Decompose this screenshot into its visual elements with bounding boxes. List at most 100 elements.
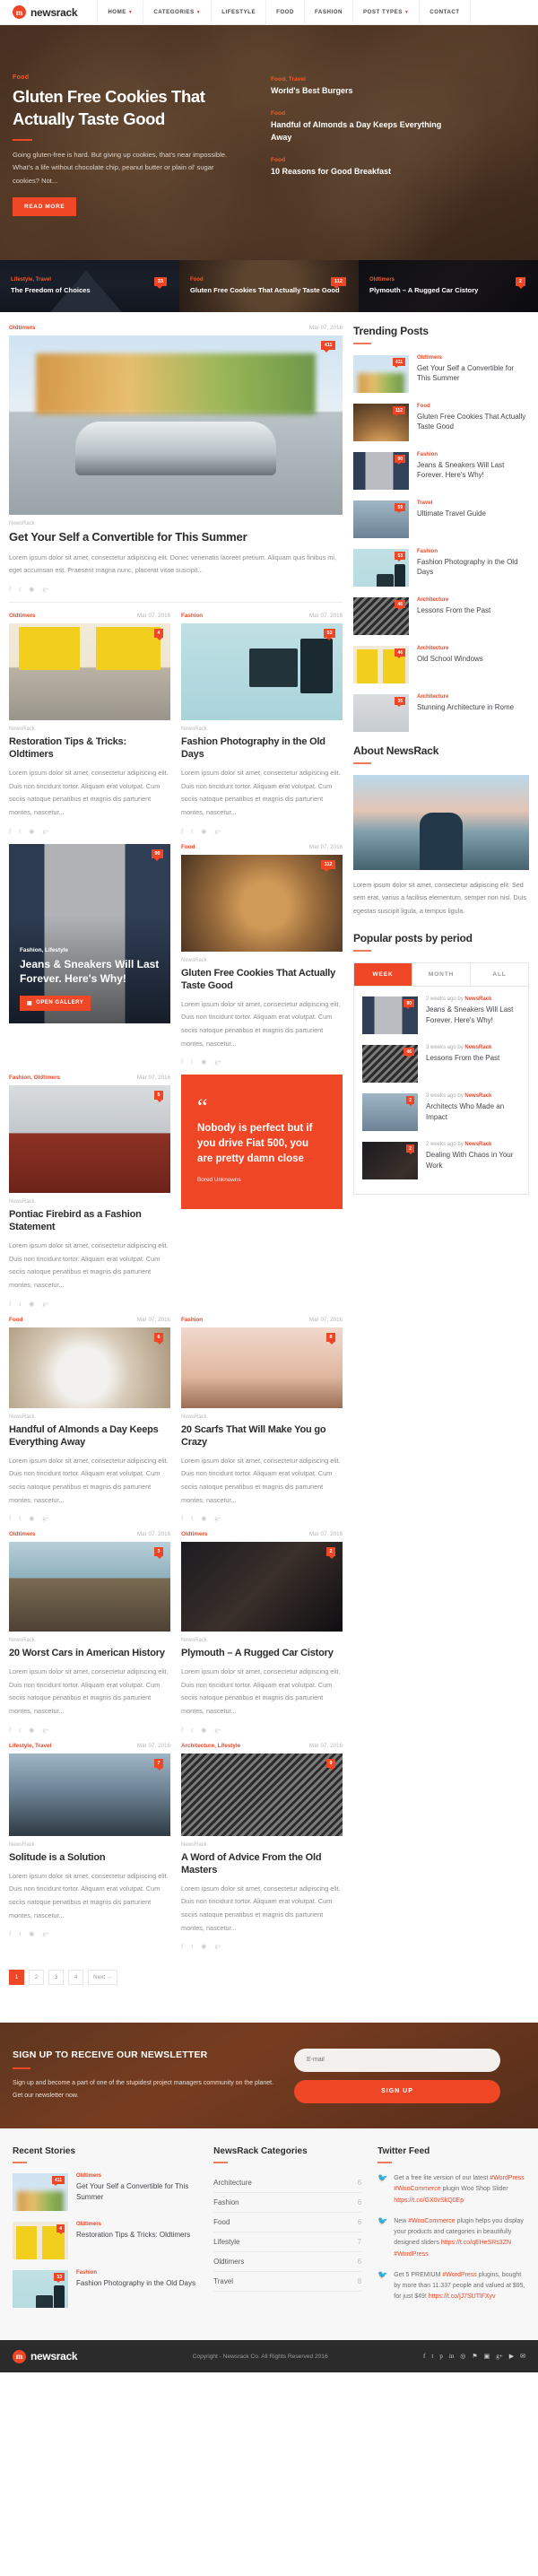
nav-item-food[interactable]: FOOD: [265, 0, 304, 25]
trending-thumbnail[interactable]: 59: [353, 500, 409, 538]
recent-story-item[interactable]: 411 Oldtimers Get Your Self a Convertible …: [13, 2173, 197, 2212]
pinterest-share-icon[interactable]: ◉: [29, 828, 34, 835]
category-row[interactable]: Lifestyle 7: [213, 2232, 362, 2253]
footer-logo[interactable]: m newsrack: [13, 2349, 78, 2363]
popular-post-item[interactable]: 90 2 weeks ago by NewsRack Jeans & Sneaker…: [362, 996, 520, 1035]
post-card[interactable]: Fashion Mar 07, 2016 8 NewsRack 20 Scarfs Th…: [181, 1317, 343, 1532]
hero-title[interactable]: Gluten Free Cookies That Actually Taste …: [13, 86, 255, 131]
article-category[interactable]: Oldtimers: [9, 613, 35, 619]
twitter-share-icon[interactable]: t: [19, 1515, 21, 1522]
social-icon-3[interactable]: in: [449, 2353, 454, 2360]
post-card[interactable]: Architecture, Lifestyle Mar 07, 2016 9 News…: [181, 1743, 343, 1960]
pagination[interactable]: 1 2 3 4 Next →: [9, 1959, 343, 2005]
hero-carousel-slide[interactable]: Lifestyle, Travel The Freedom of Choices 3…: [0, 260, 179, 312]
pinterest-share-icon[interactable]: ◉: [29, 1515, 34, 1522]
twitter-share-icon[interactable]: t: [19, 1301, 21, 1308]
trending-thumbnail[interactable]: 411: [353, 355, 409, 393]
article-thumbnail[interactable]: 5: [9, 1085, 170, 1194]
category-row[interactable]: Fashion 6: [213, 2193, 362, 2214]
page-3[interactable]: 3: [48, 1970, 64, 1986]
tweet-link[interactable]: https://t.co/jJ7SUTlFXyv: [429, 2293, 496, 2300]
google-plus-share-icon[interactable]: g+: [42, 586, 48, 593]
gallery-title[interactable]: Jeans & Sneakers Will Last Forever. Here…: [20, 958, 160, 986]
trending-thumbnail[interactable]: 35: [353, 694, 409, 732]
trending-title[interactable]: Gluten Free Cookies That Actually Taste …: [417, 412, 529, 432]
hero-carousel-slide[interactable]: Food Gluten Free Cookies That Actually Ta…: [179, 260, 359, 312]
pinterest-share-icon[interactable]: ◉: [201, 1943, 206, 1950]
hero-side-post[interactable]: Food 10 Reasons for Good Breakfast: [271, 157, 450, 178]
article-title[interactable]: Fashion Photography in the Old Days: [181, 735, 343, 761]
recent-title[interactable]: Get Your Self a Convertible for This Sum…: [76, 2181, 197, 2202]
article-category[interactable]: Fashion, Oldtimers: [9, 1075, 60, 1081]
nav-item-post-types[interactable]: POST TYPES ▼: [351, 0, 419, 25]
recent-category[interactable]: Oldtimers: [76, 2222, 190, 2227]
google-plus-share-icon[interactable]: g+: [214, 1515, 221, 1522]
article-title[interactable]: 20 Worst Cars in American History: [9, 1647, 170, 1659]
twitter-share-icon[interactable]: t: [191, 1943, 193, 1950]
facebook-share-icon[interactable]: f: [9, 1301, 11, 1308]
post-card[interactable]: Fashion Mar 07, 2016 53 NewsRack Fashion Pho…: [181, 613, 343, 844]
tweet-link[interactable]: https://t.co/GX0vSkQ0Ep: [394, 2197, 464, 2204]
article-thumbnail[interactable]: 4: [9, 623, 170, 721]
article-title[interactable]: Handful of Almonds a Day Keeps Everythin…: [9, 1423, 170, 1449]
trending-post-item[interactable]: 90 Fashion Jeans & Sneakers Will Last Fore…: [353, 452, 529, 490]
article-category[interactable]: Oldtimers: [181, 1531, 207, 1537]
social-icon-0[interactable]: f: [423, 2353, 425, 2360]
facebook-share-icon[interactable]: f: [181, 828, 183, 835]
trending-thumbnail[interactable]: 112: [353, 404, 409, 441]
trending-thumbnail[interactable]: 90: [353, 452, 409, 490]
popular-thumbnail[interactable]: 2: [362, 1142, 418, 1180]
recent-story-item[interactable]: 4 Oldtimers Restoration Tips & Tricks: Old…: [13, 2222, 197, 2260]
post-card[interactable]: Oldtimers Mar 07, 2016 2 NewsRack Plymouth –…: [181, 1531, 343, 1742]
trending-category[interactable]: Oldtimers: [417, 355, 529, 361]
article-thumbnail[interactable]: 411: [9, 335, 343, 515]
read-more-button[interactable]: READ MORE: [13, 197, 77, 217]
page-next[interactable]: Next →: [88, 1970, 118, 1986]
trending-post-item[interactable]: 59 Travel Ultimate Travel Guide: [353, 500, 529, 538]
article-thumbnail[interactable]: 6: [9, 1327, 170, 1408]
article-category[interactable]: Fashion: [181, 1317, 203, 1323]
recent-category[interactable]: Oldtimers: [76, 2173, 197, 2179]
article-category[interactable]: Fashion: [181, 613, 203, 619]
slide-category[interactable]: Lifestyle, Travel: [11, 277, 91, 283]
popular-author[interactable]: NewsRack: [464, 1142, 491, 1147]
popular-post-item[interactable]: 2 2 weeks ago by NewsRack Dealing With Cha…: [362, 1142, 520, 1180]
pinterest-share-icon[interactable]: ◉: [29, 1930, 34, 1937]
hero-side-category[interactable]: Food: [271, 110, 450, 117]
article-thumbnail[interactable]: 53: [181, 623, 343, 721]
hashtag-link[interactable]: #WooCommerce: [408, 2218, 455, 2224]
social-icon-8[interactable]: ▶: [509, 2353, 514, 2360]
hashtag-link[interactable]: #WordPress #WooCommerce: [394, 2175, 524, 2192]
trending-title[interactable]: Stunning Architecture in Rome: [417, 702, 514, 712]
hero-carousel[interactable]: Lifestyle, Travel The Freedom of Choices 3…: [0, 260, 538, 312]
trending-thumbnail[interactable]: 53: [353, 549, 409, 587]
hero-side-title[interactable]: World's Best Burgers: [271, 85, 450, 98]
popular-thumbnail[interactable]: 46: [362, 1045, 418, 1083]
facebook-share-icon[interactable]: f: [181, 1727, 183, 1734]
popular-post-item[interactable]: 46 3 weeks ago by NewsRack Lessons From th…: [362, 1045, 520, 1083]
facebook-share-icon[interactable]: f: [9, 1727, 11, 1734]
twitter-share-icon[interactable]: t: [19, 1930, 21, 1937]
twitter-share-icon[interactable]: t: [19, 586, 21, 593]
post-card[interactable]: Oldtimers Mar 07, 2016 3 NewsRack 20 Worst C…: [9, 1531, 170, 1742]
google-plus-share-icon[interactable]: g+: [214, 1943, 221, 1950]
post-card[interactable]: Fashion, Oldtimers Mar 07, 2016 5 NewsRack P…: [9, 1075, 170, 1317]
recent-title[interactable]: Fashion Photography in the Old Days: [76, 2278, 195, 2288]
hero-side-title[interactable]: Handful of Almonds a Day Keeps Everythin…: [271, 119, 450, 144]
post-card[interactable]: Oldtimers Mar 07, 2016 4 NewsRack Restoratio…: [9, 613, 170, 844]
category-row[interactable]: Architecture 6: [213, 2173, 362, 2194]
social-icon-1[interactable]: t: [431, 2353, 433, 2360]
popular-post-item[interactable]: 2 3 weeks ago by NewsRack Architects Who M…: [362, 1093, 520, 1132]
slide-title[interactable]: The Freedom of Choices: [11, 285, 91, 295]
trending-category[interactable]: Architecture: [417, 646, 483, 651]
trending-thumbnail[interactable]: 46: [353, 597, 409, 635]
pinterest-share-icon[interactable]: ◉: [201, 1727, 206, 1734]
google-plus-share-icon[interactable]: g+: [214, 1058, 221, 1066]
nav-item-categories[interactable]: CATEGORIES ▼: [143, 0, 211, 25]
recent-story-item[interactable]: 53 Fashion Fashion Photography in the Old …: [13, 2270, 197, 2309]
twitter-share-icon[interactable]: t: [191, 1727, 193, 1734]
google-plus-share-icon[interactable]: g+: [42, 1727, 48, 1734]
article-title[interactable]: Gluten Free Cookies That Actually Taste …: [181, 967, 343, 992]
facebook-share-icon[interactable]: f: [181, 1058, 183, 1066]
social-icon-4[interactable]: ◎: [460, 2353, 465, 2360]
